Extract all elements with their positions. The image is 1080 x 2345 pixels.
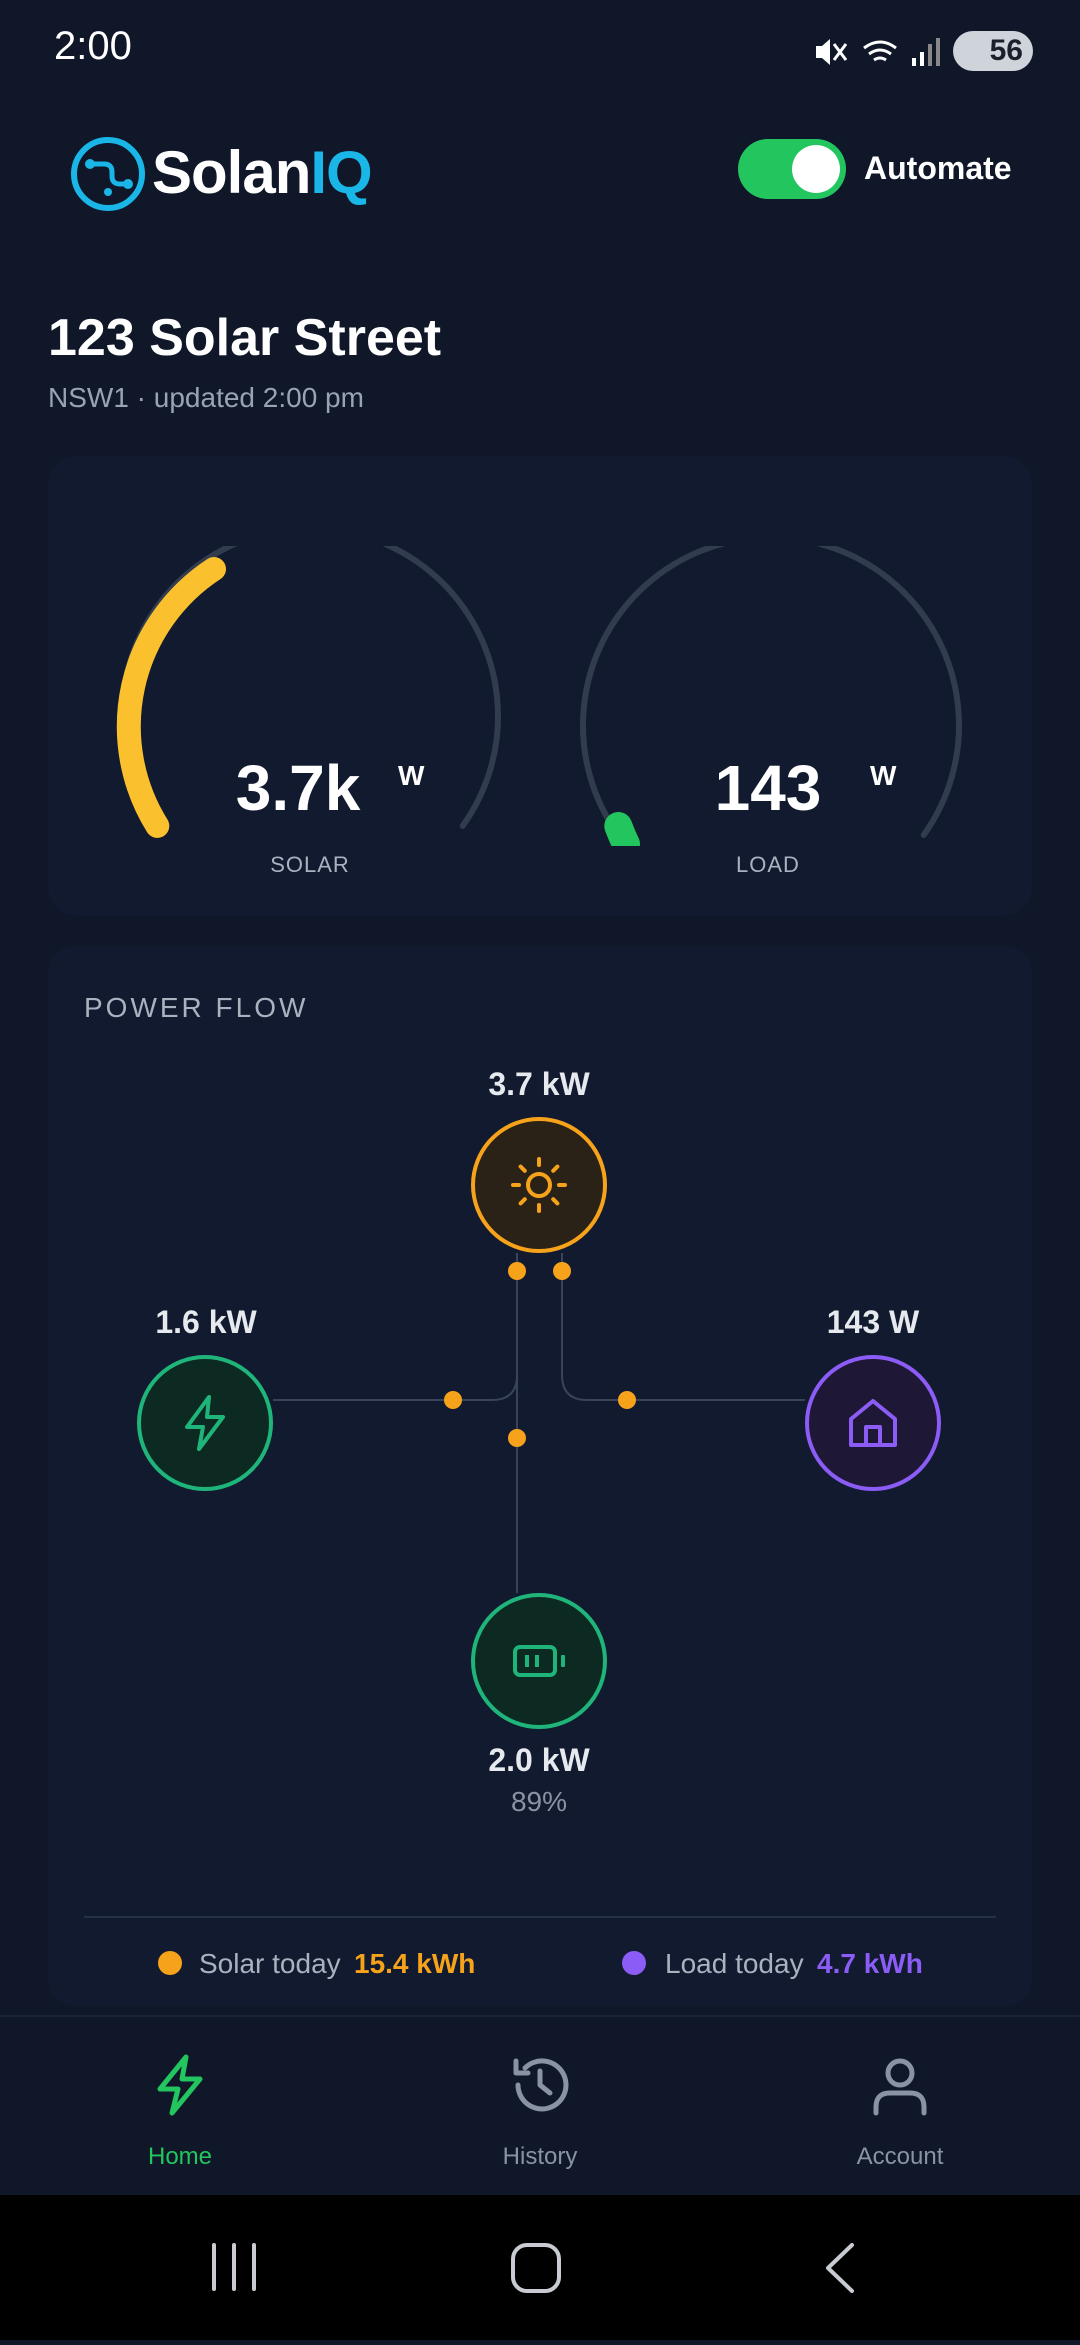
flow-dot: [508, 1262, 526, 1280]
load-today-value: 4.7 kWh: [817, 1948, 923, 1979]
battery-node[interactable]: [471, 1593, 607, 1729]
system-nav-icons: [212, 2243, 854, 2293]
bottom-nav: Home History Account: [0, 2015, 1080, 2197]
flow-dot: [618, 1391, 636, 1409]
battery-icon: [513, 1645, 565, 1677]
nav-home-label: Home: [147, 2143, 213, 2170]
flow-dot: [508, 1429, 526, 1447]
flow-dot: [553, 1262, 571, 1280]
recents-icon: [212, 2243, 256, 2291]
grid-flow-value: 1.6 kW: [155, 1304, 257, 1340]
battery-flow-value: 2.0 kW: [488, 1742, 590, 1778]
user-icon: [873, 2058, 927, 2116]
solar-today-label: Solar today: [199, 1948, 341, 1979]
summary-divider: [84, 1916, 996, 1918]
grid-node[interactable]: [137, 1355, 273, 1491]
battery-percent: 89%: [510, 1786, 568, 1817]
load-today-label: Load today: [665, 1948, 804, 1979]
flow-dot: [444, 1391, 462, 1409]
nav-account[interactable]: Account: [800, 2017, 1000, 2197]
nav-account-label: Account: [856, 2143, 944, 2170]
lightning-icon: [157, 2054, 203, 2116]
home-node[interactable]: [805, 1355, 941, 1491]
solar-today-value: 15.4 kWh: [354, 1948, 476, 1979]
load-legend-dot: [622, 1951, 646, 1975]
house-icon: [849, 1399, 897, 1447]
nav-history[interactable]: History: [440, 2017, 640, 2197]
nav-home[interactable]: Home: [80, 2017, 280, 2197]
home-flow-value: 143 W: [826, 1304, 920, 1340]
back-icon: [826, 2243, 854, 2293]
lightning-icon: [185, 1395, 225, 1451]
solar-legend-dot: [158, 1951, 182, 1975]
system-nav-bar: [0, 2195, 1080, 2340]
solar-node[interactable]: [471, 1117, 607, 1253]
solar-flow-value: 3.7 kW: [488, 1066, 590, 1102]
nav-history-label: History: [502, 2143, 578, 2170]
history-icon: [513, 2058, 569, 2112]
sun-icon: [511, 1157, 567, 1213]
home-button-icon: [511, 2243, 561, 2293]
